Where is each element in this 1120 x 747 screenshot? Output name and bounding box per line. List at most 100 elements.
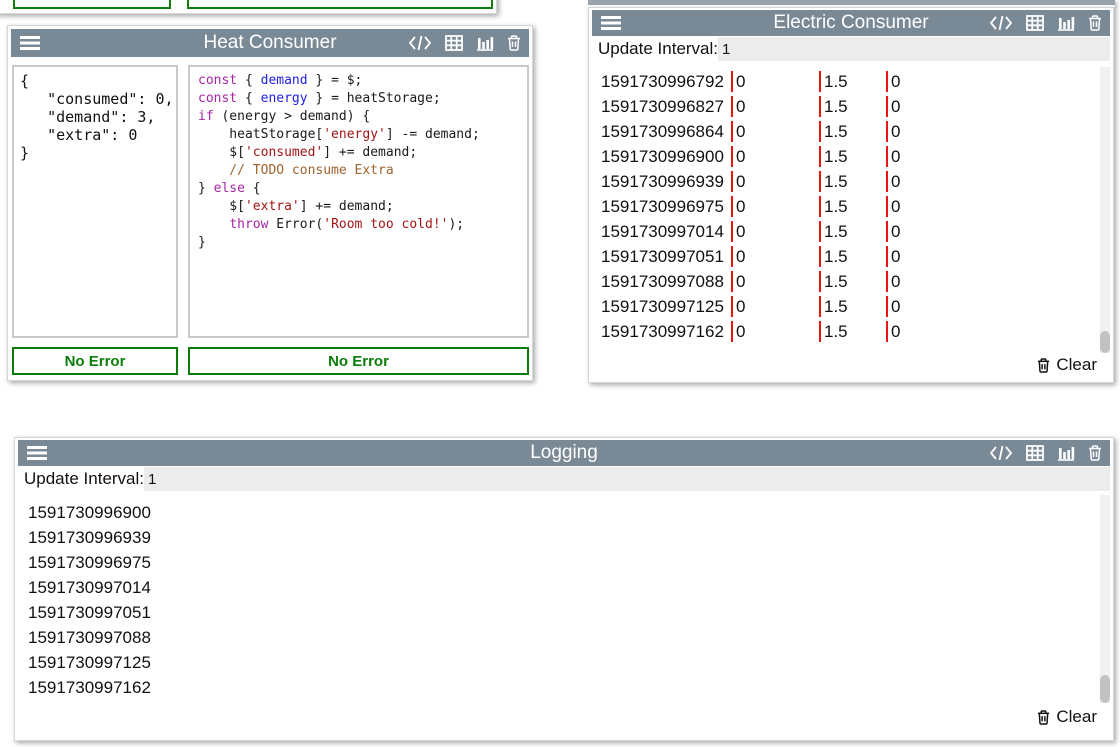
timestamp-cell: 1591730997088: [592, 271, 731, 292]
value-cell: 0: [886, 196, 1097, 217]
timestamp-cell: 1591730997125: [592, 296, 731, 317]
heat-consumer-header: Heat Consumer: [11, 29, 529, 57]
update-interval-label: Update Interval:: [18, 469, 144, 489]
table-row: 159173099679201.50: [592, 71, 1097, 92]
value-cell: 0: [731, 296, 819, 317]
timestamp-cell: 1591730996827: [592, 96, 731, 117]
electric-consumer-panel: Electric Consumer Update Interval: 15917…: [588, 7, 1114, 383]
value-cell: 0: [731, 146, 819, 167]
clear-button[interactable]: Clear: [1037, 354, 1097, 376]
table-row: 159173099708801.50: [592, 271, 1097, 292]
logging-header: Logging: [18, 440, 1110, 466]
log-entry: 1591730997162: [18, 677, 1097, 698]
clear-label: Clear: [1056, 707, 1097, 727]
log-entry: 1591730996900: [18, 502, 1097, 523]
value-cell: 1.5: [819, 296, 886, 317]
timestamp-cell: 1591730996792: [592, 71, 731, 92]
clear-button[interactable]: Clear: [1037, 706, 1097, 728]
value-cell: 0: [731, 96, 819, 117]
status-badge: No Error: [12, 347, 178, 375]
value-cell: 0: [886, 121, 1097, 142]
chart-icon[interactable]: [1057, 15, 1075, 31]
status-text: No Error: [310, 0, 371, 4]
value-cell: 0: [886, 146, 1097, 167]
value-cell: 0: [886, 271, 1097, 292]
table-icon[interactable]: [1026, 15, 1044, 31]
table-row: 159173099682701.50: [592, 96, 1097, 117]
log-entry: 1591730996939: [18, 527, 1097, 548]
table-row: 159173099712501.50: [592, 296, 1097, 317]
chart-icon[interactable]: [1057, 445, 1075, 461]
cut-off-panel: No Error No Error: [0, 0, 497, 14]
value-cell: 1.5: [819, 96, 886, 117]
table-row: 159173099716201.50: [592, 321, 1097, 342]
value-cell: 0: [731, 121, 819, 142]
value-cell: 1.5: [819, 271, 886, 292]
table-row: 159173099697501.50: [592, 196, 1097, 217]
value-cell: 1.5: [819, 171, 886, 192]
timestamp-cell: 1591730996975: [592, 196, 731, 217]
table-row: 159173099686401.50: [592, 121, 1097, 142]
status-text: No Error: [328, 353, 389, 370]
heat-code-editor[interactable]: const { demand } = $;const { energy } = …: [188, 65, 529, 338]
value-cell: 1.5: [819, 71, 886, 92]
table-icon[interactable]: [445, 35, 463, 51]
value-cell: 0: [731, 321, 819, 342]
value-cell: 0: [886, 171, 1097, 192]
value-cell: 0: [886, 321, 1097, 342]
value-cell: 0: [886, 221, 1097, 242]
code-icon[interactable]: [989, 15, 1013, 31]
table-row: 159173099690001.50: [592, 146, 1097, 167]
logging-panel: Logging Update Interval: 1591730996900 15…: [14, 437, 1114, 741]
value-cell: 0: [731, 271, 819, 292]
update-interval-input[interactable]: [718, 37, 1110, 61]
scrollbar-thumb[interactable]: [1100, 675, 1110, 703]
value-cell: 0: [731, 246, 819, 267]
clear-label: Clear: [1056, 355, 1097, 375]
cut-off-panel-edge: [588, 0, 1115, 7]
value-cell: 1.5: [819, 246, 886, 267]
trash-icon: [1037, 710, 1050, 725]
status-badge: No Error: [187, 0, 493, 9]
heat-consumer-panel: Heat Consumer { "consumed": 0, "demand":…: [7, 25, 533, 381]
value-cell: 1.5: [819, 321, 886, 342]
update-interval-label: Update Interval:: [592, 39, 718, 59]
scrollbar-thumb[interactable]: [1100, 331, 1110, 353]
timestamp-cell: 1591730996864: [592, 121, 731, 142]
state-json-editor[interactable]: { "consumed": 0, "demand": 3, "extra": 0…: [12, 65, 178, 338]
value-cell: 0: [731, 196, 819, 217]
status-badge: No Error: [188, 347, 529, 375]
electric-data-table: 159173099679201.50159173099682701.501591…: [592, 71, 1097, 346]
trash-icon: [1037, 358, 1050, 373]
electric-consumer-header: Electric Consumer: [592, 10, 1110, 36]
value-cell: 0: [731, 171, 819, 192]
scrollbar[interactable]: [1100, 495, 1110, 703]
update-interval-input[interactable]: [144, 467, 1110, 491]
chart-icon[interactable]: [476, 35, 494, 51]
logging-list: 1591730996900159173099693915917309969751…: [18, 502, 1097, 702]
status-text: No Error: [62, 0, 123, 4]
trash-icon[interactable]: [1088, 445, 1102, 461]
table-icon[interactable]: [1026, 445, 1044, 461]
scrollbar[interactable]: [1100, 67, 1110, 353]
timestamp-cell: 1591730997162: [592, 321, 731, 342]
trash-icon[interactable]: [1088, 15, 1102, 31]
timestamp-cell: 1591730997051: [592, 246, 731, 267]
value-cell: 1.5: [819, 196, 886, 217]
log-entry: 1591730997088: [18, 627, 1097, 648]
timestamp-cell: 1591730997014: [592, 221, 731, 242]
value-cell: 0: [731, 221, 819, 242]
log-entry: 1591730997125: [18, 652, 1097, 673]
value-cell: 1.5: [819, 121, 886, 142]
log-entry: 1591730997051: [18, 602, 1097, 623]
value-cell: 1.5: [819, 221, 886, 242]
table-row: 159173099693901.50: [592, 171, 1097, 192]
value-cell: 1.5: [819, 146, 886, 167]
value-cell: 0: [886, 71, 1097, 92]
status-text: No Error: [65, 353, 126, 370]
trash-icon[interactable]: [507, 35, 521, 51]
value-cell: 0: [886, 296, 1097, 317]
table-row: 159173099701401.50: [592, 221, 1097, 242]
code-icon[interactable]: [408, 35, 432, 51]
code-icon[interactable]: [989, 445, 1013, 461]
